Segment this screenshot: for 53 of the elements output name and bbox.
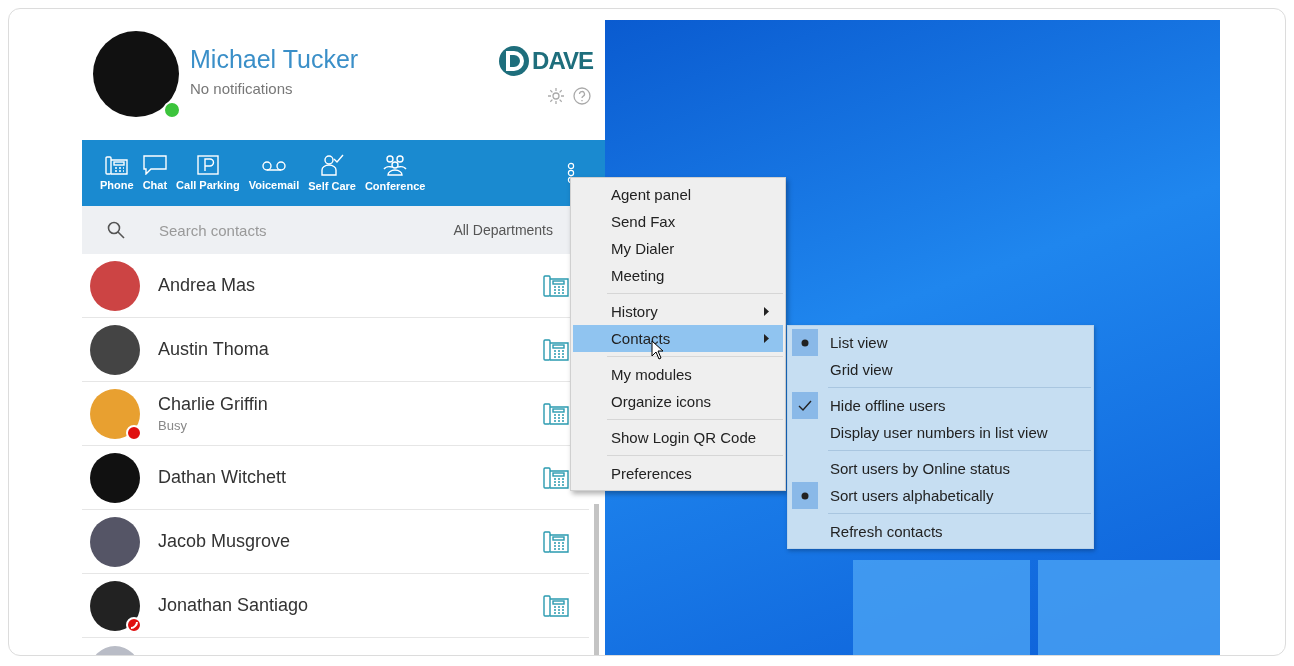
submenu-arrow-icon	[764, 307, 769, 316]
search-field[interactable]: Search contacts	[159, 221, 359, 239]
menu-item[interactable]: Send Fax	[573, 208, 783, 235]
contact-status: Busy	[158, 418, 188, 433]
submenu-item[interactable]: Hide offline users	[830, 397, 946, 414]
logo: DAVE	[499, 45, 593, 77]
contact-name: Austin Thoma	[158, 339, 270, 360]
department-dropdown[interactable]: All Departments	[453, 222, 553, 238]
person-check-icon	[320, 154, 345, 176]
contact-name: Dathan Witchett	[158, 467, 288, 488]
avatar-placeholder	[90, 452, 140, 503]
desk-phone-icon[interactable]	[543, 530, 569, 553]
menu-item[interactable]: Contacts	[573, 325, 783, 352]
parking-sign-icon	[195, 155, 220, 175]
desk-phone-icon[interactable]	[543, 466, 569, 489]
contact-name: Andrea Mas	[158, 275, 257, 296]
avatar-placeholder	[90, 580, 140, 631]
contact-name: Jonathan Santiago	[158, 595, 310, 616]
toolbar-button[interactable]: Phone	[96, 155, 138, 191]
desk-phone-icon[interactable]	[543, 594, 569, 617]
search-icon	[107, 221, 125, 239]
avatar-placeholder	[90, 324, 140, 375]
chat-bubble-icon	[142, 155, 167, 175]
user-name: Michael Tucker	[190, 45, 360, 74]
desk-phone-icon[interactable]	[543, 338, 569, 361]
contact-name: Charlie Griffin	[158, 394, 269, 415]
contact-row[interactable]: Jonathan Santiago	[82, 574, 589, 638]
submenu-item[interactable]: Sort users by Online status	[830, 460, 1011, 477]
desk-phone-icon	[104, 155, 129, 175]
group-icon	[383, 154, 408, 176]
toolbar-button[interactable]: Voicemail	[244, 155, 304, 191]
notification-status: No notifications	[190, 80, 294, 97]
submenu-item[interactable]: Grid view	[830, 361, 893, 378]
scrollbar[interactable]	[594, 504, 599, 655]
submenu-item[interactable]: Display user numbers in list view	[830, 424, 1048, 441]
menu-item[interactable]: Agent panel	[573, 181, 783, 208]
toolbar-button[interactable]: Self Care	[304, 154, 360, 192]
avatar-placeholder	[90, 388, 140, 439]
avatar-placeholder	[90, 516, 140, 567]
submenu-arrow-icon	[764, 334, 769, 343]
toolbar-button[interactable]: Call Parking	[172, 155, 244, 191]
settings-icon[interactable]	[547, 87, 565, 105]
toolbar-button[interactable]: Conference	[360, 154, 430, 192]
desk-phone-icon[interactable]	[543, 274, 569, 297]
help-icon[interactable]	[573, 87, 591, 105]
desk-phone-icon[interactable]	[543, 402, 569, 425]
submenu-item[interactable]: List view	[830, 334, 888, 351]
contact-name: Jacob Musgrove	[158, 531, 292, 552]
contact-row[interactable]: Jacob Musgrove	[82, 510, 589, 574]
avatar-placeholder	[90, 260, 140, 311]
toolbar-button[interactable]: Chat	[138, 155, 172, 191]
submenu-item[interactable]: Sort users alphabetically	[830, 487, 994, 504]
submenu-item[interactable]: Refresh contacts	[830, 523, 943, 540]
